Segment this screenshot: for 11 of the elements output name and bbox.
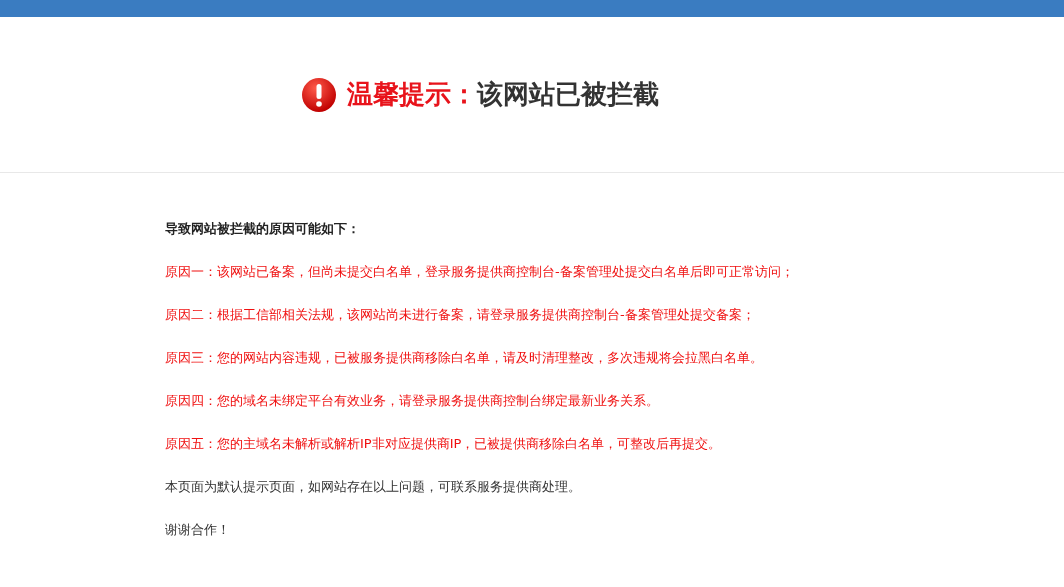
title-label: 温馨提示： [347,78,477,111]
note-text: 本页面为默认提示页面，如网站存在以上问题，可联系服务提供商处理。 [165,478,582,496]
section-heading: 导致网站被拦截的原因可能如下： [165,220,361,238]
warning-icon [301,76,337,113]
reason-text: 原因三：您的网站内容违规，已被服务提供商移除白名单，请及时清理整改，多次违规将会拉黑白名单。 [165,349,764,367]
page-title: 该网站已被拦截 [477,78,659,111]
reason-text: 原因一：该网站已备案，但尚未提交白名单，登录服务提供商控制台-备案管理处提交白名单后即可正常访问； [165,263,795,281]
reason-text: 原因五：您的主域名未解析或解析IP非对应提供商IP，已被提供商移除白名单，可整改后再提交。 [165,435,723,453]
reason-text: 原因二：根据工信部相关法规，该网站尚未进行备案，请登录服务提供商控制台-备案管理处提交备案； [165,306,756,324]
reason-text: 原因四：您的域名未绑定平台有效业务，请登录服务提供商控制台绑定最新业务关系。 [165,392,660,410]
note-text: 谢谢合作！ [165,521,231,539]
